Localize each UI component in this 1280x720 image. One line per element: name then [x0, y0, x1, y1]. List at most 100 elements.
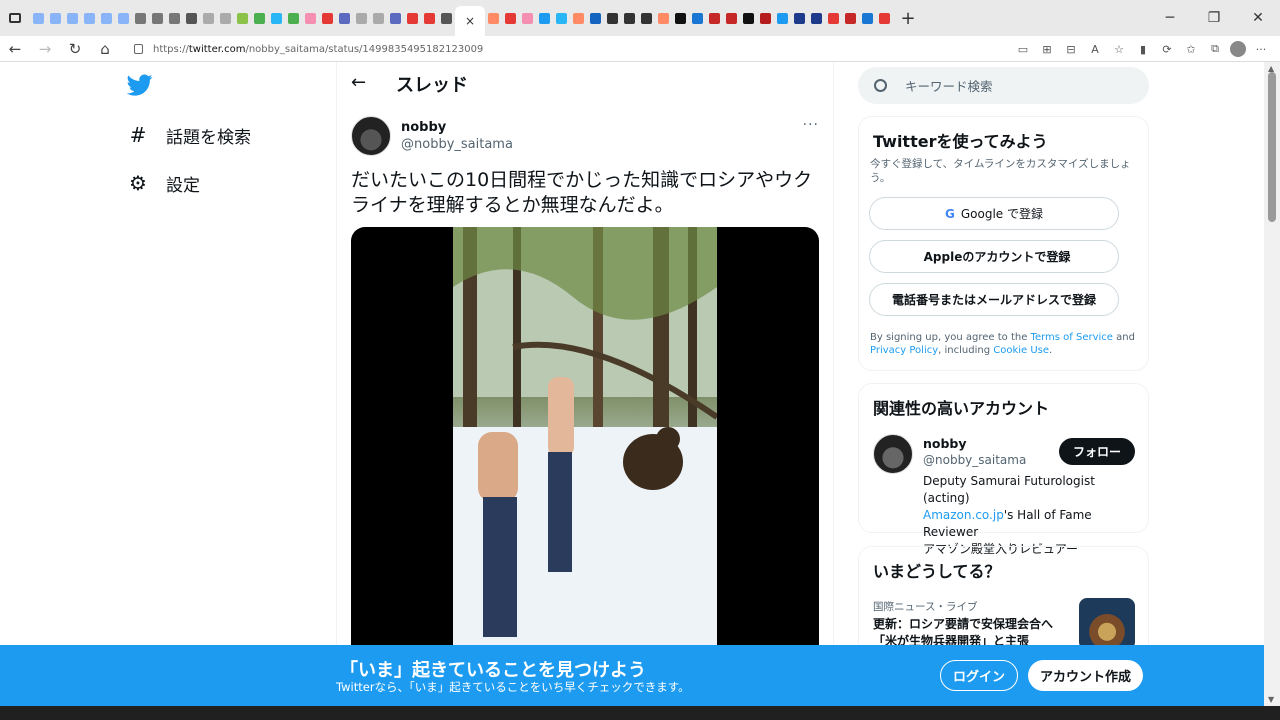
tab-actions-menu-button[interactable]: [0, 0, 30, 36]
browser-tab[interactable]: [285, 4, 302, 32]
browser-tab[interactable]: [438, 4, 455, 32]
new-tab-button[interactable]: +: [893, 8, 923, 29]
back-button[interactable]: ←: [0, 40, 30, 58]
trend-thumbnail[interactable]: [1079, 598, 1135, 645]
browser-tab[interactable]: [200, 4, 217, 32]
search-box[interactable]: キーワード検索: [858, 67, 1149, 104]
browser-tab[interactable]: [672, 4, 689, 32]
browser-tab[interactable]: [30, 4, 47, 32]
browser-tab[interactable]: [387, 4, 404, 32]
translate-icon[interactable]: A: [1086, 43, 1104, 56]
browser-tab[interactable]: [740, 4, 757, 32]
browser-tab[interactable]: [370, 4, 387, 32]
browser-tab[interactable]: [81, 4, 98, 32]
home-button[interactable]: ⌂: [90, 40, 120, 58]
browser-tab[interactable]: [808, 4, 825, 32]
reload-button[interactable]: ↻: [60, 40, 90, 58]
browser-tab[interactable]: [502, 4, 519, 32]
more-options-icon[interactable]: ···: [803, 117, 819, 133]
browser-tab[interactable]: [115, 4, 132, 32]
browser-tab[interactable]: [859, 4, 876, 32]
privacy-link[interactable]: Privacy Policy: [870, 345, 938, 356]
browser-tab[interactable]: [638, 4, 655, 32]
browser-tab[interactable]: [217, 4, 234, 32]
related-name[interactable]: nobby: [923, 436, 967, 451]
author-name[interactable]: nobby: [401, 120, 513, 135]
browser-tab[interactable]: [570, 4, 587, 32]
settings-menu-button[interactable]: ···: [1252, 43, 1270, 56]
forward-button[interactable]: →: [30, 40, 60, 58]
scroll-down-icon[interactable]: ▼: [1268, 695, 1274, 704]
browser-tab[interactable]: [689, 4, 706, 32]
browser-tab[interactable]: [268, 4, 285, 32]
collections-icon[interactable]: ▮: [1134, 43, 1152, 56]
tab-collections-icon[interactable]: ⧉: [1206, 42, 1224, 56]
browser-tab[interactable]: [621, 4, 638, 32]
cookie-link[interactable]: Cookie Use: [993, 345, 1049, 356]
browser-tab[interactable]: [774, 4, 791, 32]
browser-tab[interactable]: [336, 4, 353, 32]
tweet-video[interactable]: [351, 227, 819, 645]
browser-tab[interactable]: [319, 4, 336, 32]
browser-tab[interactable]: [791, 4, 808, 32]
browser-tab[interactable]: [553, 4, 570, 32]
browser-tab[interactable]: [302, 4, 319, 32]
browser-tab[interactable]: [166, 4, 183, 32]
nav-settings[interactable]: ⚙ 設定: [128, 168, 200, 198]
browser-tab[interactable]: [757, 4, 774, 32]
author-avatar[interactable]: [351, 116, 391, 156]
favorite-star-icon[interactable]: ☆: [1110, 43, 1128, 56]
related-avatar[interactable]: [873, 434, 913, 474]
browser-tab[interactable]: [876, 4, 893, 32]
browser-tab[interactable]: [825, 4, 842, 32]
browser-tab[interactable]: [421, 4, 438, 32]
favorites-icon[interactable]: ✩: [1182, 43, 1200, 56]
browser-tab[interactable]: [183, 4, 200, 32]
split-screen-icon[interactable]: ⊟: [1062, 43, 1080, 56]
browser-tab[interactable]: [723, 4, 740, 32]
tweet-author[interactable]: nobby @nobby_saitama: [351, 116, 513, 156]
close-tab-icon[interactable]: ×: [465, 14, 475, 28]
related-handle[interactable]: @nobby_saitama: [923, 453, 1026, 467]
google-signup-button[interactable]: G Google で登録: [869, 197, 1119, 230]
trend-headline[interactable]: 更新：ロシア要請で安保理会合へ 「米が生物兵器開発」と主張: [873, 616, 1073, 645]
browser-tab[interactable]: [149, 4, 166, 32]
minimize-button[interactable]: ─: [1148, 0, 1192, 36]
extensions-icon[interactable]: ⟳: [1158, 43, 1176, 56]
browser-tab[interactable]: [98, 4, 115, 32]
browser-tab[interactable]: [604, 4, 621, 32]
browser-tab[interactable]: [132, 4, 149, 32]
terms-link[interactable]: Terms of Service: [1031, 332, 1113, 343]
app-available-icon[interactable]: ⊞: [1038, 43, 1056, 56]
nav-explore[interactable]: # 話題を検索: [128, 120, 251, 150]
address-bar[interactable]: https://twitter.com/nobby_saitama/status…: [134, 39, 483, 59]
create-account-button[interactable]: アカウント作成: [1028, 660, 1143, 691]
profile-avatar[interactable]: [1230, 41, 1246, 57]
active-browser-tab[interactable]: ×: [455, 6, 485, 36]
scrollbar-thumb[interactable]: [1268, 72, 1276, 222]
browser-tab[interactable]: [64, 4, 81, 32]
browser-tab[interactable]: [706, 4, 723, 32]
browser-tab[interactable]: [536, 4, 553, 32]
maximize-button[interactable]: ❐: [1192, 0, 1236, 36]
browser-tab[interactable]: [485, 4, 502, 32]
browser-tab[interactable]: [234, 4, 251, 32]
browser-tab[interactable]: [353, 4, 370, 32]
browser-tab[interactable]: [47, 4, 64, 32]
browser-tab[interactable]: [251, 4, 268, 32]
browser-tab[interactable]: [519, 4, 536, 32]
search-input[interactable]: キーワード検索: [905, 76, 993, 95]
browser-tab[interactable]: [842, 4, 859, 32]
browser-tab[interactable]: [655, 4, 672, 32]
amazon-link[interactable]: Amazon.co.jp: [923, 508, 1004, 522]
close-window-button[interactable]: ✕: [1236, 0, 1280, 36]
phone-signup-button[interactable]: 電話番号またはメールアドレスで登録: [869, 283, 1119, 316]
twitter-logo-icon[interactable]: [127, 72, 153, 98]
browser-tab[interactable]: [587, 4, 604, 32]
login-button[interactable]: ログイン: [940, 660, 1018, 691]
author-handle[interactable]: @nobby_saitama: [401, 137, 513, 152]
apple-signup-button[interactable]: Appleのアカウントで登録: [869, 240, 1119, 273]
follow-button[interactable]: フォロー: [1059, 438, 1135, 465]
back-arrow-icon[interactable]: ←: [351, 72, 366, 93]
read-aloud-icon[interactable]: ▭: [1014, 43, 1032, 56]
